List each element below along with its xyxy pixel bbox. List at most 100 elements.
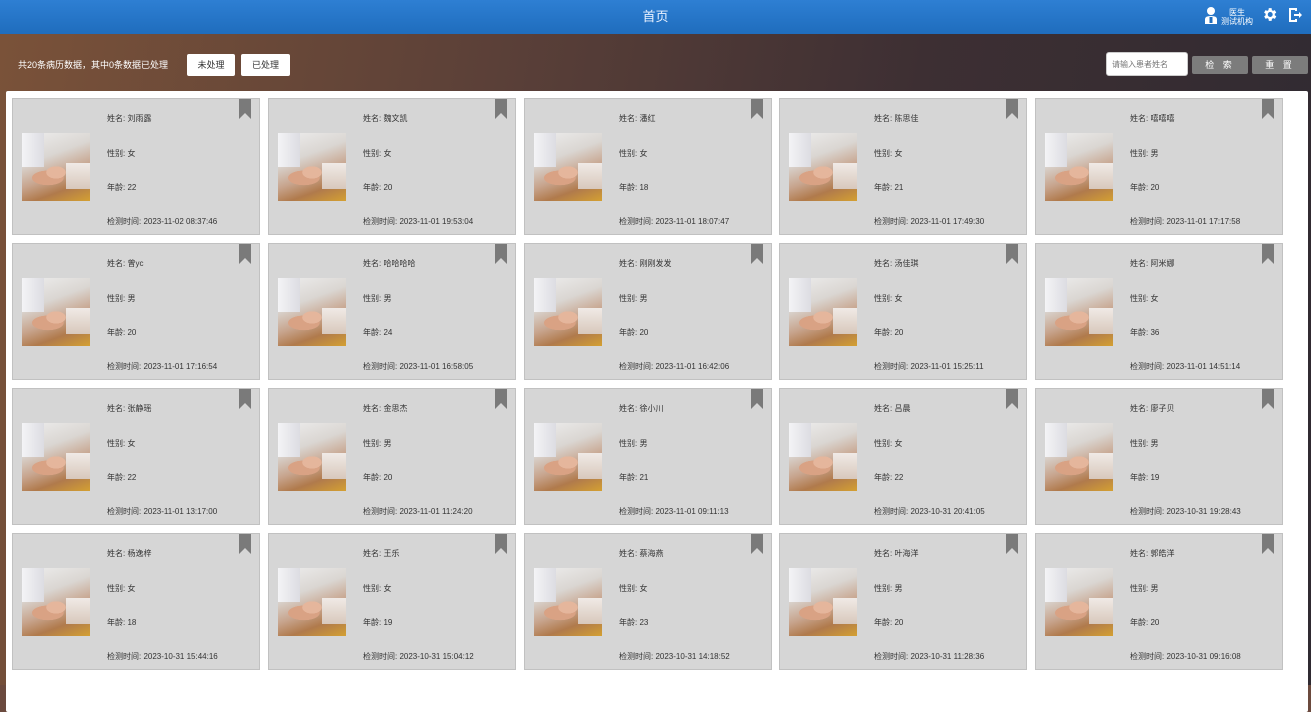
patient-photo: [1045, 423, 1113, 491]
patient-name: 魏文凯: [383, 114, 408, 123]
record-card[interactable]: 姓名: 廖子贝 性别: 男 年龄: 19 检测时间: 2023-10-31 19…: [1035, 388, 1283, 525]
bookmark-icon[interactable]: [751, 534, 763, 554]
patient-gender: 女: [894, 149, 903, 158]
patient-photo: [22, 423, 90, 491]
record-card[interactable]: 姓名: 金思杰 性别: 男 年龄: 20 检测时间: 2023-11-01 11…: [268, 388, 516, 525]
search-button[interactable]: 检 索: [1192, 56, 1248, 74]
record-card[interactable]: 姓名: 王乐 性别: 女 年龄: 19 检测时间: 2023-10-31 15:…: [268, 533, 516, 670]
bookmark-icon[interactable]: [495, 534, 507, 554]
record-card[interactable]: 姓名: 刘雨露 性别: 女 年龄: 22 检测时间: 2023-11-02 08…: [12, 98, 260, 235]
record-card[interactable]: 姓名: 郭皓洋 性别: 男 年龄: 20 检测时间: 2023-10-31 09…: [1035, 533, 1283, 670]
bookmark-icon[interactable]: [239, 534, 251, 554]
bookmark-icon[interactable]: [239, 99, 251, 119]
record-card[interactable]: 姓名: 刚刚发发 性别: 男 年龄: 20 检测时间: 2023-11-01 1…: [524, 243, 772, 380]
settings-button[interactable]: [1259, 7, 1279, 27]
name-label: 姓名:: [874, 549, 895, 558]
doctor-icon: [1204, 6, 1218, 29]
time-label: 检测时间:: [874, 362, 911, 371]
name-label: 姓名:: [107, 114, 128, 123]
patient-gender-row: 性别: 女: [363, 583, 391, 594]
record-card[interactable]: 姓名: 阿米娜 性别: 女 年龄: 36 检测时间: 2023-11-01 14…: [1035, 243, 1283, 380]
patient-photo: [534, 423, 602, 491]
bookmark-icon[interactable]: [751, 244, 763, 264]
bookmark-icon[interactable]: [751, 99, 763, 119]
patient-gender: 女: [639, 149, 648, 158]
bookmark-icon[interactable]: [239, 244, 251, 264]
time-label: 检测时间:: [619, 217, 656, 226]
patient-gender-row: 性别: 男: [1130, 583, 1158, 594]
record-card[interactable]: 姓名: 曾yc 性别: 男 年龄: 20 检测时间: 2023-11-01 17…: [12, 243, 260, 380]
bookmark-icon[interactable]: [1262, 534, 1274, 554]
detection-time: 2023-10-31 19:28:43: [1166, 507, 1241, 516]
bookmark-icon[interactable]: [239, 389, 251, 409]
patient-name-row: 姓名: 徐小川: [619, 403, 663, 414]
patient-name: 阿米娜: [1150, 259, 1175, 268]
record-card[interactable]: 姓名: 张静瑶 性别: 女 年龄: 22 检测时间: 2023-11-01 13…: [12, 388, 260, 525]
patient-name: 郭皓洋: [1150, 549, 1175, 558]
patient-age: 23: [639, 618, 649, 627]
record-card[interactable]: 姓名: 杨逸梓 性别: 女 年龄: 18 检测时间: 2023-10-31 15…: [12, 533, 260, 670]
toolbar: 共20条病历数据，其中0条数据已处理 未处理 已处理 检 索 重 置: [0, 52, 1311, 78]
user-text: 医生 测试机构: [1221, 8, 1253, 26]
gender-label: 性别:: [107, 439, 128, 448]
patient-gender: 女: [894, 294, 903, 303]
gender-label: 性别:: [1130, 439, 1151, 448]
patient-gender-row: 性别: 男: [619, 438, 647, 449]
time-label: 检测时间:: [1130, 217, 1167, 226]
patient-age: 19: [383, 618, 393, 627]
name-label: 姓名:: [363, 259, 384, 268]
patient-age-row: 年龄: 20: [874, 327, 903, 338]
detection-time-row: 检测时间: 2023-10-31 09:16:08: [1130, 651, 1241, 662]
record-card[interactable]: 姓名: 陈思佳 性别: 女 年龄: 21 检测时间: 2023-11-01 17…: [779, 98, 1027, 235]
age-label: 年龄:: [1130, 183, 1151, 192]
patient-name-row: 姓名: 魏文凯: [363, 113, 407, 124]
bookmark-icon[interactable]: [1006, 389, 1018, 409]
patient-gender: 女: [127, 439, 136, 448]
bookmark-icon[interactable]: [751, 389, 763, 409]
bookmark-icon[interactable]: [1006, 534, 1018, 554]
bookmark-icon[interactable]: [495, 389, 507, 409]
age-label: 年龄:: [619, 328, 640, 337]
record-card[interactable]: 姓名: 汤佳琪 性别: 女 年龄: 20 检测时间: 2023-11-01 15…: [779, 243, 1027, 380]
patient-gender-row: 性别: 女: [363, 148, 391, 159]
patient-age: 21: [894, 183, 904, 192]
patient-age: 22: [127, 183, 137, 192]
name-label: 姓名:: [619, 404, 640, 413]
record-card[interactable]: 姓名: 叶海洋 性别: 男 年龄: 20 检测时间: 2023-10-31 11…: [779, 533, 1027, 670]
bookmark-icon[interactable]: [495, 99, 507, 119]
logout-button[interactable]: [1285, 7, 1305, 27]
patient-name: 刘雨露: [127, 114, 152, 123]
record-card[interactable]: 姓名: 徐小川 性别: 男 年龄: 21 检测时间: 2023-11-01 09…: [524, 388, 772, 525]
detection-time-row: 检测时间: 2023-11-02 08:37:46: [107, 216, 217, 227]
patient-age-row: 年龄: 19: [1130, 472, 1159, 483]
detection-time-row: 检测时间: 2023-11-01 18:07:47: [619, 216, 729, 227]
reset-button[interactable]: 重 置: [1252, 56, 1308, 74]
patient-gender-row: 性别: 女: [874, 438, 902, 449]
bookmark-icon[interactable]: [1262, 99, 1274, 119]
time-label: 检测时间:: [1130, 507, 1167, 516]
bookmark-icon[interactable]: [495, 244, 507, 264]
unprocessed-button[interactable]: 未处理: [187, 54, 235, 76]
record-card[interactable]: 姓名: 哈哈哈哈 性别: 男 年龄: 24 检测时间: 2023-11-01 1…: [268, 243, 516, 380]
bookmark-icon[interactable]: [1262, 389, 1274, 409]
detection-time: 2023-11-01 19:53:04: [399, 217, 474, 226]
record-summary: 共20条病历数据，其中0条数据已处理: [18, 60, 169, 70]
patient-name-search-input[interactable]: [1106, 52, 1188, 76]
record-card[interactable]: 姓名: 魏文凯 性别: 女 年龄: 20 检测时间: 2023-11-01 19…: [268, 98, 516, 235]
record-card[interactable]: 姓名: 嘻嘻嘻 性别: 男 年龄: 20 检测时间: 2023-11-01 17…: [1035, 98, 1283, 235]
record-card[interactable]: 姓名: 吕晨 性别: 女 年龄: 22 检测时间: 2023-10-31 20:…: [779, 388, 1027, 525]
record-card[interactable]: 姓名: 蔡海燕 性别: 女 年龄: 23 检测时间: 2023-10-31 14…: [524, 533, 772, 670]
bookmark-icon[interactable]: [1262, 244, 1274, 264]
processed-button[interactable]: 已处理: [241, 54, 290, 76]
bookmark-icon[interactable]: [1006, 99, 1018, 119]
record-card[interactable]: 姓名: 潘红 性别: 女 年龄: 18 检测时间: 2023-11-01 18:…: [524, 98, 772, 235]
detection-time: 2023-10-31 15:04:12: [399, 652, 474, 661]
bookmark-icon[interactable]: [1006, 244, 1018, 264]
age-label: 年龄:: [874, 328, 895, 337]
time-label: 检测时间:: [1130, 652, 1167, 661]
patient-age: 21: [639, 473, 649, 482]
patient-name: 徐小川: [639, 404, 664, 413]
patient-name: 王乐: [383, 549, 400, 558]
age-label: 年龄:: [107, 473, 128, 482]
user-info[interactable]: 医生 测试机构: [1204, 6, 1253, 29]
